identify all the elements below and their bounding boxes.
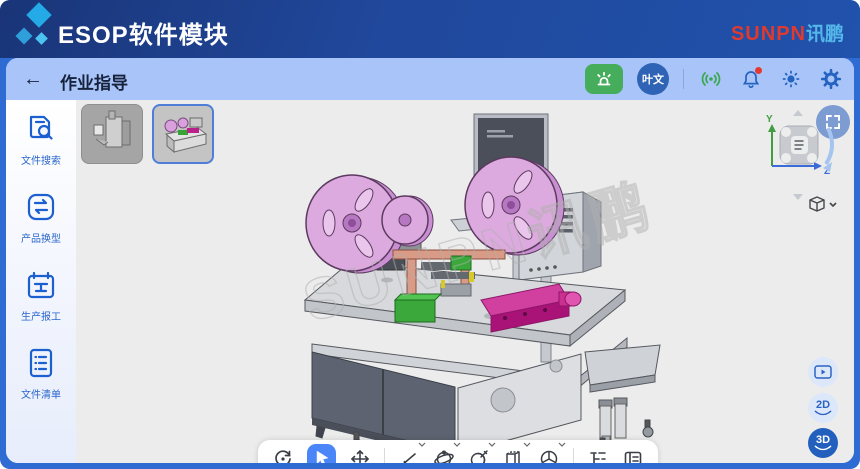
divider [384, 448, 385, 463]
properties-panel-button[interactable] [622, 446, 644, 463]
chevron-down-icon [453, 442, 461, 447]
file-search-icon [24, 112, 58, 146]
subbar-actions: 叶文 [585, 58, 844, 100]
sidebar-item-production-report[interactable]: 生产报工 [21, 268, 61, 323]
rotate-view-arrow[interactable] [826, 128, 832, 164]
model-viewport[interactable]: SUNPN讯鹏 Y Z [76, 100, 854, 463]
notifications-button[interactable] [738, 66, 764, 92]
brand-logo: SUNPN讯鹏 [731, 19, 844, 46]
viewcube-down-arrow[interactable] [793, 194, 803, 200]
pan-move-icon [349, 448, 371, 463]
brand-primary: SUNPN [731, 23, 806, 45]
orbit-sphere-icon [433, 448, 455, 463]
sidebar-item-label: 生产报工 [21, 308, 61, 323]
broadcast-button[interactable] [698, 66, 724, 92]
view-3d-button-active[interactable]: 3D [808, 428, 838, 458]
sidebar-item-file-search[interactable]: 文件搜索 [21, 112, 61, 167]
projection-select-button[interactable] [808, 194, 838, 214]
app-header: ESOP软件模块 SUNPN讯鹏 [0, 0, 860, 58]
cube-icon [808, 194, 838, 214]
model-variant-thumbnail [82, 105, 142, 163]
section-box-icon [503, 448, 525, 463]
machine-3d-model[interactable]: SUNPN讯鹏 [291, 104, 663, 460]
file-list-icon [24, 346, 58, 380]
brand-secondary: 讯鹏 [806, 24, 844, 45]
structure-tree-button[interactable] [587, 446, 609, 463]
explode-tool-button[interactable] [538, 446, 560, 463]
viewcube-navigator[interactable]: Y Z [760, 108, 852, 208]
back-arrow-icon: ← [23, 68, 43, 91]
orbit-tool-button[interactable] [433, 446, 455, 463]
app-logo-icon [10, 2, 60, 56]
play-video-icon [814, 365, 832, 379]
measure-tool-button[interactable] [398, 446, 420, 463]
viewcube-up-arrow[interactable] [793, 110, 803, 116]
product-change-icon [24, 190, 58, 224]
select-tool-button-active[interactable] [307, 444, 336, 463]
annotate-tool-button[interactable] [468, 446, 490, 463]
chevron-down-icon [523, 442, 531, 447]
view-2d-label: 2D [816, 400, 830, 410]
settings-button[interactable] [818, 66, 844, 92]
brightness-button[interactable] [778, 66, 804, 92]
view-3d-label: 3D [816, 435, 830, 445]
broadcast-icon [699, 67, 723, 91]
divider [683, 69, 684, 89]
pan-tool-button[interactable] [349, 446, 371, 463]
model-thumbnail-2-selected[interactable] [152, 104, 214, 164]
app-title: ESOP软件模块 [58, 15, 229, 50]
brightness-icon [779, 67, 803, 91]
sidebar-item-label: 文件清单 [21, 386, 61, 401]
model-thumbnail-1[interactable] [81, 104, 143, 164]
alarm-light-button[interactable] [585, 64, 623, 94]
sidebar-item-file-list[interactable]: 文件清单 [21, 346, 61, 401]
annotate-sphere-icon [468, 448, 490, 463]
left-sidebar: 文件搜索 产品换型 生产报工 [6, 100, 76, 463]
sidebar-item-product-change[interactable]: 产品换型 [21, 190, 61, 245]
tree-list-icon [587, 448, 609, 463]
viewer-toolbar [258, 440, 658, 463]
select-cursor-icon [312, 448, 332, 463]
swap-arrows-icon [813, 410, 833, 417]
alarm-light-icon [593, 68, 615, 90]
explode-sphere-icon [538, 448, 560, 463]
notification-dot [755, 67, 762, 74]
panel-list-icon [622, 448, 644, 463]
video-guide-button[interactable] [808, 357, 838, 387]
section-tool-button[interactable] [503, 446, 525, 463]
chevron-down-icon [418, 442, 426, 447]
rotate-tool-button[interactable] [272, 446, 294, 463]
gear-icon [819, 67, 843, 91]
sub-toolbar: ← 作业指导 叶文 [6, 58, 854, 100]
rotate-icon [272, 448, 294, 463]
chevron-down-icon [558, 442, 566, 447]
model-variant-thumbnail [154, 106, 212, 162]
page-title: 作业指导 [60, 69, 128, 94]
content-frame: ← 作业指导 叶文 [6, 58, 854, 463]
view-2d-button[interactable]: 2D [808, 393, 838, 423]
sidebar-item-label: 产品换型 [21, 230, 61, 245]
production-report-icon [24, 268, 58, 302]
measure-angle-icon [398, 448, 420, 463]
sidebar-item-label: 文件搜索 [21, 152, 61, 167]
divider [573, 448, 574, 463]
chevron-down-icon [488, 442, 496, 447]
user-avatar-badge[interactable]: 叶文 [637, 63, 669, 95]
back-button[interactable]: ← [20, 66, 46, 92]
esop-app-window: ESOP软件模块 SUNPN讯鹏 ← 作业指导 叶文 [0, 0, 860, 469]
viewcube-axis-y: Y [766, 114, 773, 125]
swap-arrows-icon [813, 445, 833, 452]
